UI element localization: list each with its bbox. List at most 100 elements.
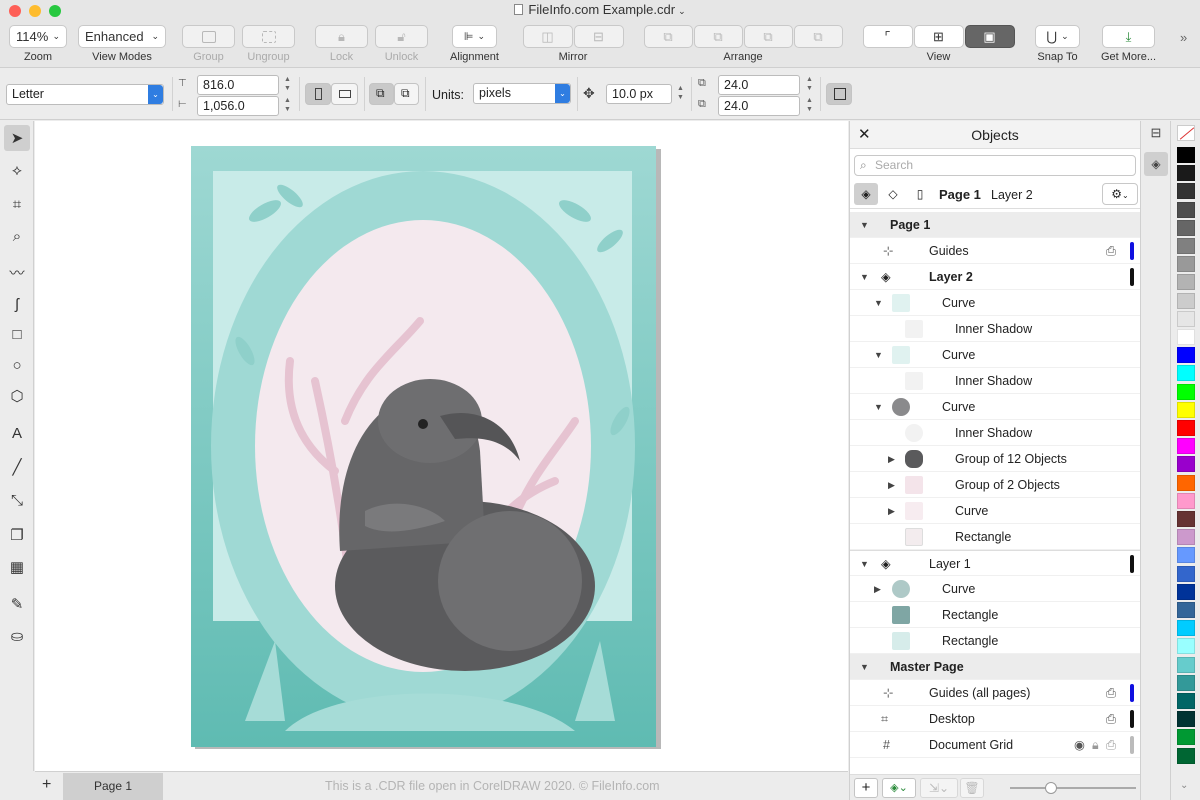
portrait-button[interactable] <box>305 83 331 105</box>
slider-thumb[interactable] <box>1045 782 1057 794</box>
color-swatch[interactable] <box>1177 565 1195 582</box>
color-swatch[interactable] <box>1177 474 1195 491</box>
properties-docker-tab[interactable]: ⊟ <box>1146 125 1166 145</box>
color-swatch[interactable] <box>1177 165 1195 182</box>
color-swatch[interactable] <box>1177 438 1195 455</box>
current-page-button[interactable]: ⧉ <box>394 83 419 105</box>
drop-shadow-tool[interactable]: ❐ <box>4 522 30 548</box>
expand-triangle-icon[interactable]: ▶ <box>888 446 895 472</box>
collapse-triangle-icon[interactable]: ▼ <box>860 551 869 577</box>
duplicate-y-field[interactable]: 24.0 <box>718 96 800 116</box>
zoom-dropdown[interactable]: 114% ⌄ <box>9 25 67 48</box>
color-swatch[interactable] <box>1177 329 1195 345</box>
expand-triangle-icon[interactable]: ▶ <box>874 576 881 602</box>
zoom-window-button[interactable] <box>49 5 61 17</box>
tree-row-inner-shadow[interactable]: Inner Shadow <box>850 316 1140 342</box>
mirror-vertical-button[interactable]: ⊟ <box>573 25 624 48</box>
color-swatch[interactable] <box>1177 693 1195 709</box>
polygon-tool[interactable]: ⬡ <box>4 383 30 409</box>
tree-row-group-12[interactable]: ▶ Group of 12 Objects <box>850 446 1140 472</box>
view-rulers-button[interactable]: ▣ <box>964 25 1015 48</box>
color-swatch[interactable] <box>1177 420 1195 436</box>
delete-button[interactable]: 🗑︎ <box>960 778 984 798</box>
view-modes-dropdown[interactable]: Enhanced ⌄ <box>78 25 166 48</box>
interactive-fill-tool[interactable]: ⛀ <box>4 623 30 649</box>
page-height-field[interactable]: 1,056.0 <box>197 96 279 116</box>
color-swatch[interactable] <box>1177 347 1195 364</box>
color-swatch[interactable] <box>1177 183 1195 200</box>
collapse-triangle-icon[interactable]: ▼ <box>874 290 883 316</box>
color-swatch[interactable] <box>1177 638 1195 655</box>
print-hidden-icon[interactable]: ⎙ <box>1106 238 1116 264</box>
tree-row-document-grid[interactable]: # Document Grid ◉ 🔒︎ ⎙ <box>850 732 1140 758</box>
page-layer-view-button[interactable]: ◈ <box>854 183 878 205</box>
print-hidden-icon[interactable]: ⎙ <box>1106 680 1116 706</box>
color-swatch[interactable] <box>1177 620 1195 637</box>
snap-to-dropdown[interactable]: ⋃ ⌄ <box>1035 25 1080 48</box>
ellipse-tool[interactable]: ○ <box>4 352 30 378</box>
artwork-page[interactable] <box>35 121 848 771</box>
color-swatch[interactable] <box>1177 583 1195 600</box>
print-hidden-icon[interactable]: ⎙ <box>1106 732 1116 758</box>
color-swatch[interactable] <box>1177 310 1195 327</box>
search-input[interactable]: ⌕ Search <box>854 155 1136 176</box>
treat-as-filled-button[interactable] <box>826 83 852 105</box>
objects-docker-tab[interactable]: ◈ <box>1144 152 1168 176</box>
transparency-tool[interactable]: ▦ <box>4 554 30 580</box>
tree-row-curve[interactable]: ▼ Curve <box>850 394 1140 420</box>
collapse-triangle-icon[interactable]: ▼ <box>860 212 869 238</box>
tree-row-layer-2[interactable]: ▼ ◈ Layer 2 <box>850 264 1140 290</box>
parallel-dimension-tool[interactable]: ╱ <box>4 454 30 480</box>
pick-tool[interactable]: ➤ <box>4 125 30 151</box>
to-front-button[interactable]: ⧉ <box>643 25 693 48</box>
color-swatch[interactable] <box>1177 401 1195 418</box>
tree-row-master-page[interactable]: ▼ Master Page <box>850 654 1140 680</box>
freehand-tool[interactable]: 〰 <box>4 259 30 285</box>
collapse-triangle-icon[interactable]: ▼ <box>860 654 869 680</box>
lock-icon[interactable]: 🔒︎ <box>1092 732 1099 758</box>
chevron-down-icon[interactable]: ⌄ <box>678 6 686 16</box>
view-grid-button[interactable]: ⊞ <box>913 25 964 48</box>
duplicate-x-stepper[interactable]: ▲ ▼ <box>805 75 814 95</box>
crop-tool[interactable]: ⌗ <box>4 191 30 217</box>
color-swatch[interactable] <box>1177 238 1195 254</box>
color-swatch[interactable] <box>1177 365 1195 382</box>
color-swatch[interactable] <box>1177 711 1195 728</box>
expand-triangle-icon[interactable]: ▶ <box>888 472 895 498</box>
duplicate-x-field[interactable]: 24.0 <box>718 75 800 95</box>
close-window-button[interactable] <box>9 5 21 17</box>
color-swatch[interactable] <box>1177 529 1195 546</box>
collapse-triangle-icon[interactable]: ▼ <box>874 394 883 420</box>
color-swatch[interactable] <box>1177 511 1195 527</box>
tree-row-curve[interactable]: ▼ Curve <box>850 290 1140 316</box>
new-master-layer-button[interactable]: ◈⌄ <box>882 778 916 798</box>
tree-row-guides[interactable]: ⊹ Guides ⎙ <box>850 238 1140 264</box>
color-swatch[interactable] <box>1177 674 1195 691</box>
view-normal-button[interactable]: ⌜ <box>862 25 913 48</box>
landscape-button[interactable] <box>331 83 358 105</box>
lock-button[interactable]: 🔒︎ <box>315 25 368 48</box>
toolbar-overflow-icon[interactable]: » <box>1180 30 1187 45</box>
page-height-stepper[interactable]: ▲ ▼ <box>283 96 292 116</box>
color-swatch[interactable] <box>1177 292 1195 309</box>
tree-row-layer-1[interactable]: ▼ ◈ Layer 1 <box>850 550 1140 576</box>
all-pages-button[interactable]: ⧉ <box>369 83 394 105</box>
to-back-button[interactable]: ⧉ <box>693 25 743 48</box>
collapse-triangle-icon[interactable]: ▼ <box>874 342 883 368</box>
collapse-triangle-icon[interactable]: ▼ <box>860 264 869 290</box>
settings-button[interactable]: ⚙⌄ <box>1102 183 1138 205</box>
tree-row-group-2[interactable]: ▶ Group of 2 Objects <box>850 472 1140 498</box>
close-icon[interactable]: ✕ <box>858 121 871 149</box>
new-layer-button[interactable]: + <box>854 778 878 798</box>
page-view-button[interactable]: ▯ <box>908 183 932 205</box>
get-more-button[interactable]: ⤓ <box>1102 25 1155 48</box>
color-swatch[interactable] <box>1177 256 1195 273</box>
duplicate-y-stepper[interactable]: ▲ ▼ <box>805 96 814 116</box>
unlock-button[interactable]: 🔓︎ <box>375 25 428 48</box>
tree-row-rectangle[interactable]: Rectangle <box>850 602 1140 628</box>
add-page-icon[interactable]: + <box>42 776 51 794</box>
color-swatch[interactable] <box>1177 492 1195 509</box>
ungroup-button[interactable] <box>242 25 295 48</box>
color-swatch[interactable] <box>1177 747 1195 764</box>
tree-row-desktop[interactable]: ⌗ Desktop ⎙ <box>850 706 1140 732</box>
